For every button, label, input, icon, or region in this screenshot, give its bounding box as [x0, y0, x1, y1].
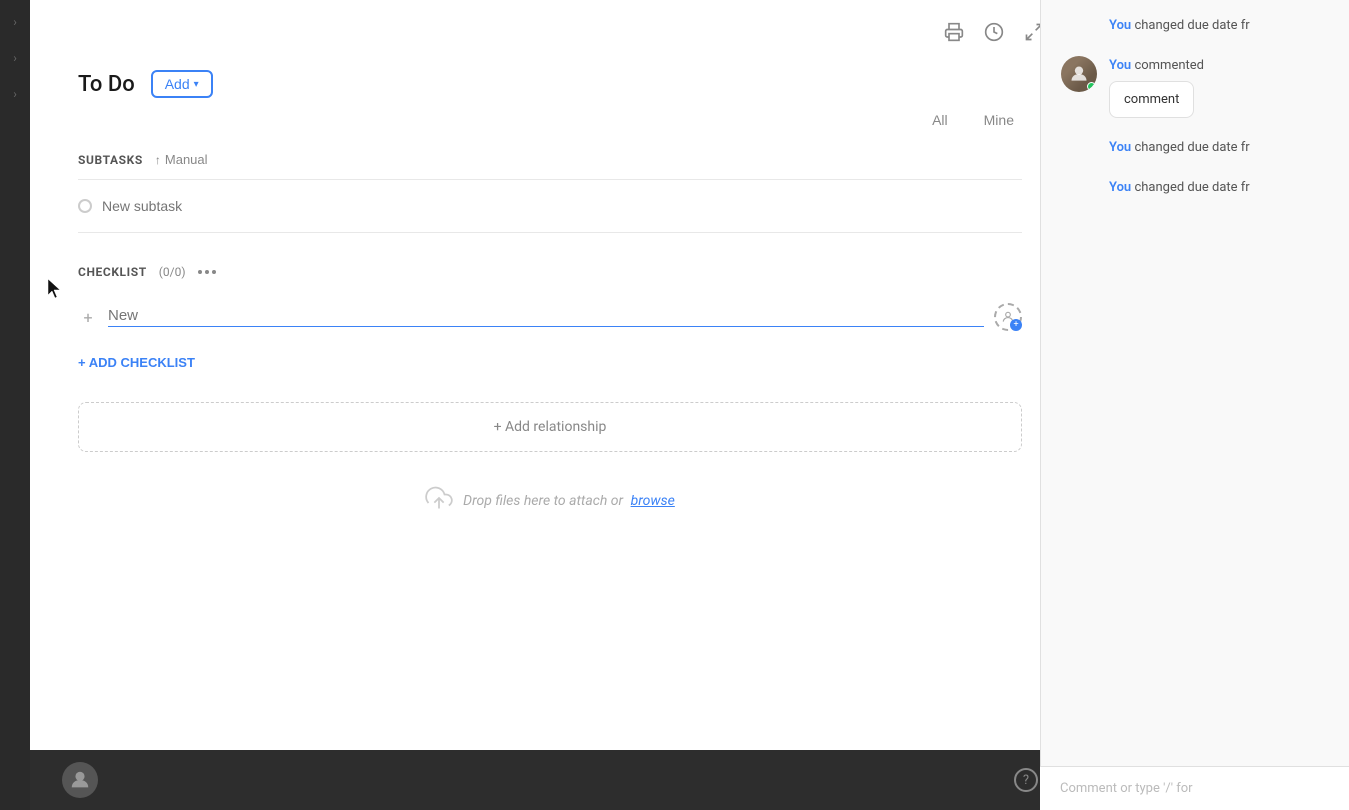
subtasks-header: SUBTASKS ↑ Manual	[78, 152, 1022, 167]
activity-list: You changed due date fr You commented	[1041, 0, 1349, 810]
activity-action: changed due date fr	[1134, 140, 1249, 155]
user-avatar	[62, 762, 98, 798]
bottom-bar: ?	[30, 750, 1070, 810]
drop-files-area[interactable]: Drop files here to attach or browse	[78, 460, 1022, 542]
activity-you-label: You	[1109, 58, 1131, 73]
subtasks-bottom-divider	[78, 232, 1022, 233]
user-avatar	[1061, 56, 1097, 92]
activity-action: changed due date fr	[1134, 180, 1249, 195]
left-sidebar-strip: › › ›	[0, 0, 30, 810]
browse-link[interactable]: browse	[631, 493, 675, 509]
help-icon[interactable]: ?	[1014, 768, 1038, 792]
help-question-mark: ?	[1023, 773, 1029, 788]
right-panel: You changed due date fr You commented	[1040, 0, 1349, 810]
activity-action: commented	[1134, 58, 1204, 73]
activity-action: changed due date fr	[1134, 18, 1249, 33]
dot-icon	[212, 270, 216, 274]
checklist-count: (0/0)	[159, 265, 186, 279]
print-icon[interactable]	[942, 20, 966, 44]
activity-text: You changed due date fr	[1109, 138, 1250, 158]
activity-you-label: You	[1109, 180, 1131, 195]
activity-text: You changed due date fr	[1109, 178, 1250, 198]
history-icon[interactable]	[982, 20, 1006, 44]
subtasks-label: SUBTASKS	[78, 153, 143, 167]
checklist-item-row: + +	[78, 295, 1022, 339]
task-content: To Do Add ▾ All Mine SUBTASKS ↑ Manual	[30, 54, 1070, 810]
comment-input-row[interactable]: Comment or type '/' for	[1040, 766, 1349, 810]
subtasks-divider	[78, 179, 1022, 180]
activity-item: You changed due date fr	[1061, 138, 1329, 158]
strip-icon-2[interactable]: ›	[5, 48, 25, 68]
toolbar	[30, 0, 1070, 54]
subtask-circle-icon	[78, 199, 92, 213]
task-title: To Do	[78, 72, 135, 97]
activity-item: You commented comment	[1061, 56, 1329, 119]
add-checklist-button[interactable]: + ADD CHECKLIST	[78, 347, 195, 378]
add-item-icon[interactable]: +	[78, 308, 98, 327]
sort-arrow-icon: ↑	[155, 153, 161, 167]
online-indicator	[1087, 82, 1096, 91]
checklist-more-button[interactable]	[198, 270, 216, 274]
upload-icon	[425, 484, 453, 518]
checklist-label: CHECKLIST	[78, 265, 147, 279]
add-chevron-icon: ▾	[194, 79, 199, 90]
activity-you-label: You	[1109, 140, 1131, 155]
dot-icon	[205, 270, 209, 274]
activity-you-label: You	[1109, 18, 1131, 33]
checklist-item-input[interactable]	[108, 307, 984, 327]
comment-text: comment	[1124, 92, 1179, 107]
activity-item: You changed due date fr	[1061, 16, 1329, 36]
activity-content: You commented comment	[1109, 56, 1204, 119]
filter-mine-button[interactable]: Mine	[976, 108, 1022, 132]
comment-bubble: comment	[1109, 81, 1194, 118]
task-panel: To Do Add ▾ All Mine SUBTASKS ↑ Manual	[30, 0, 1070, 810]
checklist-header: CHECKLIST (0/0)	[78, 265, 1022, 279]
activity-item: You changed due date fr	[1061, 178, 1329, 198]
activity-text: You changed due date fr	[1109, 16, 1250, 36]
drop-files-text: Drop files here to attach or browse	[463, 493, 675, 509]
add-relationship-button[interactable]: + Add relationship	[78, 402, 1022, 452]
add-button[interactable]: Add ▾	[151, 70, 213, 98]
comment-placeholder: Comment or type '/' for	[1060, 781, 1193, 796]
assign-user-button[interactable]: +	[994, 303, 1022, 331]
dot-icon	[198, 270, 202, 274]
assign-plus-icon: +	[1010, 319, 1022, 331]
sort-manual-button[interactable]: ↑ Manual	[155, 152, 208, 167]
checklist-section: CHECKLIST (0/0) + +	[78, 265, 1022, 378]
activity-text: You commented	[1109, 56, 1204, 76]
new-subtask-input[interactable]	[102, 198, 1022, 214]
filter-all-button[interactable]: All	[924, 108, 956, 132]
strip-icon-3[interactable]: ›	[5, 84, 25, 104]
strip-icon-1[interactable]: ›	[5, 12, 25, 32]
new-subtask-row	[78, 188, 1022, 224]
